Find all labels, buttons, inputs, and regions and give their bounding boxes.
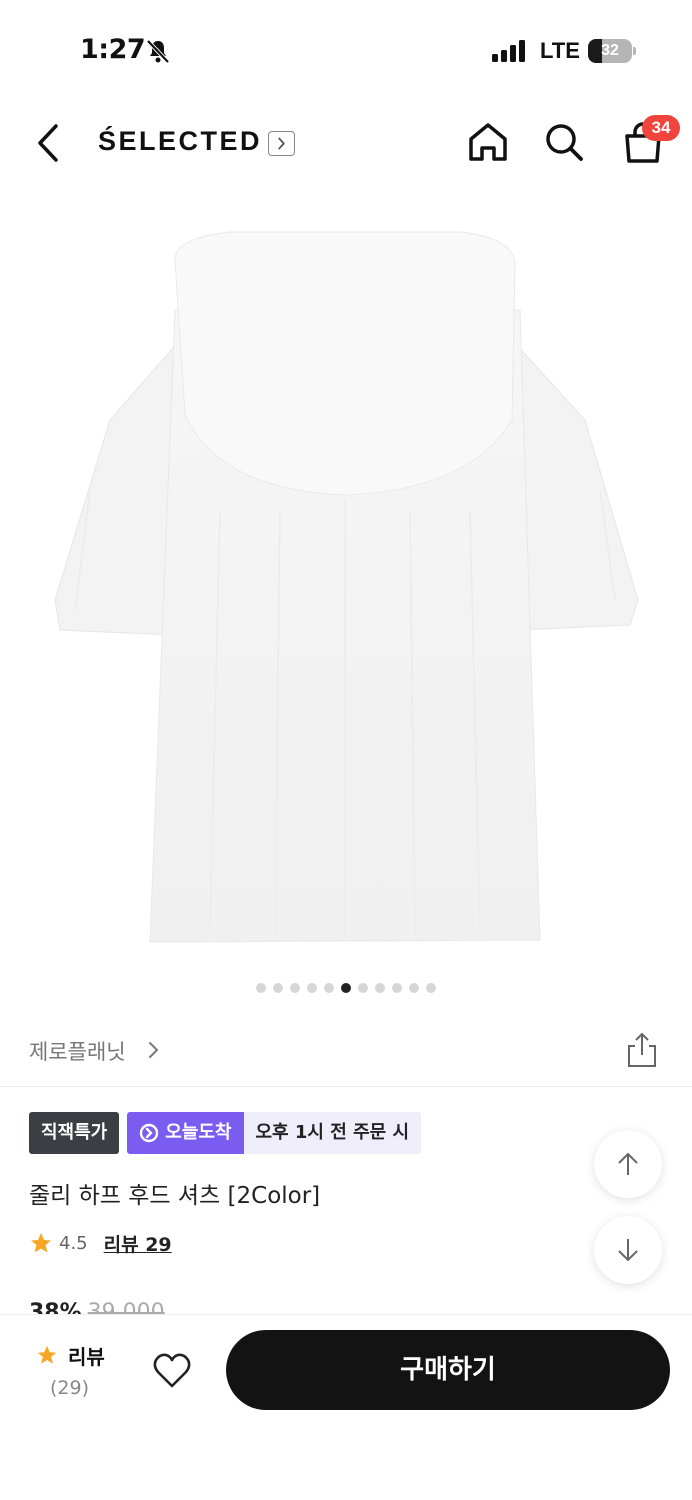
buy-button[interactable]: 구매하기 [226,1330,670,1410]
star-icon [37,1345,57,1364]
carousel-dot[interactable] [324,983,334,993]
network-label: LTE [540,38,580,63]
delivery-condition-badge: 오후 1시 전 주문 시 [243,1112,422,1154]
status-bar: 1:27 LTE 32 [0,0,692,100]
carousel-dot[interactable] [409,983,419,993]
brand-logo[interactable]: ŚELECTED [98,126,262,157]
carousel-dot[interactable] [290,983,300,993]
status-time: 1:27 [80,34,146,65]
delivery-arrow-icon [140,1123,159,1143]
carousel-dot[interactable] [307,983,317,993]
bottom-action-bar: 리뷰 (29) 구매하기 [0,1314,692,1500]
chevron-right-icon [149,1042,158,1058]
carousel-dot[interactable] [256,983,266,993]
brand-row[interactable]: 제로플래닛 [0,1020,692,1086]
carousel-pager[interactable] [0,983,692,995]
nav-bar: ŚELECTED [0,100,692,190]
carousel-dot[interactable] [273,983,283,993]
chevron-right-icon[interactable] [268,131,295,156]
heart-icon[interactable] [150,1349,194,1393]
share-icon[interactable] [624,1030,660,1070]
signal-icon [492,40,525,62]
product-photo [54,231,639,943]
today-delivery-badge: 오늘도착 [127,1112,244,1154]
carousel-dot[interactable] [358,983,368,993]
rating-value: 4.5 [59,1232,88,1254]
today-delivery-label: 오늘도착 [165,1122,232,1143]
badge-group: 직잭특가 오늘도착 오후 1시 전 주문 시 [29,1112,422,1154]
scroll-down-button[interactable] [594,1216,662,1284]
back-arrow-icon[interactable] [28,120,68,166]
carousel-dot[interactable] [392,983,402,993]
product-title: 줄리 하프 후드 셔츠 [2Color] [29,1183,321,1209]
review-tab-label: 리뷰 [68,1345,105,1369]
home-icon[interactable] [466,120,510,164]
review-count-link[interactable]: 리뷰 29 [104,1230,172,1257]
special-deal-badge: 직잭특가 [29,1112,120,1154]
scroll-up-button[interactable] [594,1130,662,1198]
divider [0,1086,692,1087]
arrow-down-icon [618,1239,638,1262]
battery-level: 32 [601,42,619,59]
brand-name-link[interactable]: 제로플래닛 [29,1036,126,1066]
carousel-dot[interactable] [426,983,436,993]
product-image-carousel[interactable] [0,190,692,970]
carousel-dot[interactable] [341,983,351,993]
bell-muted-icon [146,39,170,64]
review-tab-count: (29) [50,1377,90,1399]
star-icon [31,1233,51,1253]
search-icon[interactable] [542,120,586,164]
battery-icon: 32 [588,39,636,63]
arrow-up-icon [618,1152,638,1175]
review-tab[interactable]: 리뷰 (29) [34,1341,114,1411]
cart-count-badge: 34 [642,115,680,141]
carousel-dot[interactable] [375,983,385,993]
rating-row: 4.5 리뷰 29 [29,1228,172,1258]
